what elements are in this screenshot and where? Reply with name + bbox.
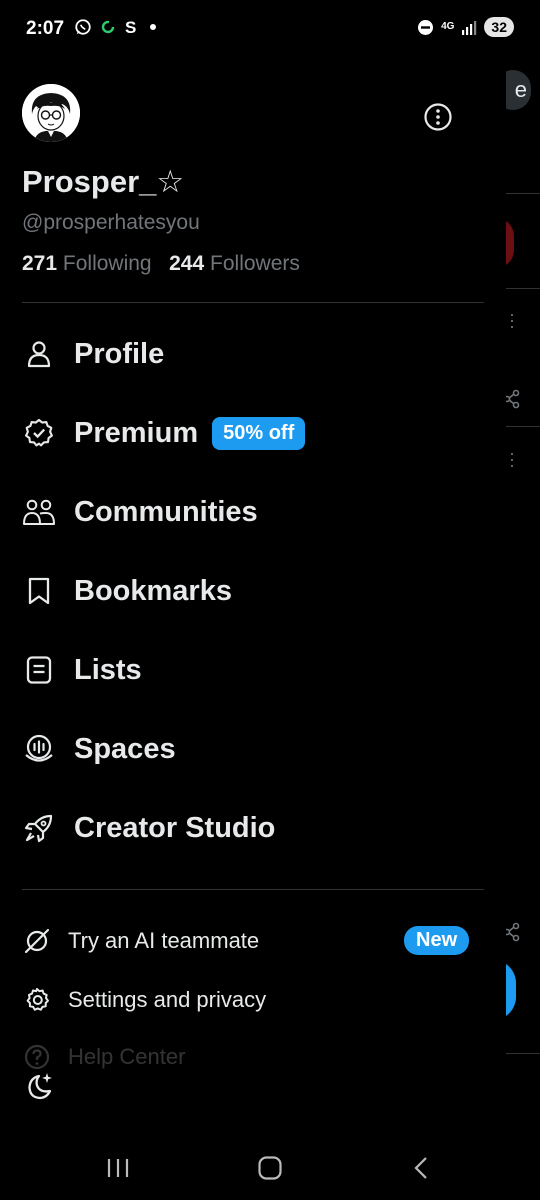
signal-icon: [462, 20, 477, 35]
back-icon[interactable]: [408, 1154, 436, 1182]
home-icon[interactable]: [256, 1154, 284, 1182]
menu-item-premium[interactable]: Premium 50% off: [22, 408, 306, 458]
battery-icon: 32: [484, 17, 514, 37]
menu-item-communities[interactable]: Communities: [22, 487, 258, 537]
communities-icon: [22, 495, 56, 529]
menu-item-bookmarks[interactable]: Bookmarks: [22, 566, 232, 616]
divider: [22, 889, 484, 890]
menu-item-profile[interactable]: Profile: [22, 329, 164, 379]
background-divider: [506, 193, 540, 194]
network-type: 4G: [441, 21, 455, 32]
menu-label-help-center: Help Center: [68, 1044, 186, 1069]
premium-discount-badge: 50% off: [212, 416, 306, 450]
display-name[interactable]: Prosper_☆: [22, 164, 184, 200]
dnd-icon: [418, 19, 434, 35]
new-badge: New: [404, 926, 470, 955]
menu-label-spaces: Spaces: [74, 732, 176, 765]
avatar[interactable]: [22, 84, 80, 142]
ai-slash-icon: [22, 926, 52, 956]
menu-item-creator-studio[interactable]: Creator Studio: [22, 803, 275, 853]
avatar-illustration: [22, 84, 80, 142]
person-icon: [22, 337, 56, 371]
system-nav-bar: [0, 1140, 540, 1200]
more-options-icon[interactable]: [424, 103, 452, 131]
whatsapp-icon: [75, 19, 91, 35]
recents-icon[interactable]: [104, 1154, 132, 1182]
following-link[interactable]: 271 Following: [22, 252, 152, 275]
background-timeline: [506, 60, 540, 1060]
background-more-icon: · · ·: [509, 443, 515, 475]
sync-icon: [101, 20, 115, 34]
background-divider: [506, 426, 540, 427]
svg-text:S: S: [125, 18, 136, 36]
menu-label-profile: Profile: [74, 337, 165, 370]
menu-label-communities: Communities: [74, 495, 258, 528]
help-icon: [22, 1042, 52, 1072]
screen: 2:07 S 4G 32 e · · · · · · Prosper_☆ @pr…: [0, 0, 540, 1200]
menu-item-ai-teammate[interactable]: Try an AI teammate: [22, 921, 259, 961]
followers-count: 244: [169, 252, 205, 275]
side-drawer: Prosper_☆ @prosperhatesyou 271 Following…: [0, 60, 506, 1140]
background-divider: [506, 288, 540, 289]
divider: [22, 302, 484, 303]
followers-link[interactable]: 244 Followers: [169, 252, 300, 275]
followers-label: Followers: [210, 252, 300, 275]
lists-icon: [22, 653, 56, 687]
status-bar: 2:07 S 4G 32: [0, 0, 540, 60]
verified-badge-icon: [22, 416, 56, 450]
user-handle: @prosperhatesyou: [22, 211, 200, 234]
moon-icon[interactable]: [22, 1070, 56, 1104]
menu-label-creator-studio: Creator Studio: [74, 811, 276, 844]
menu-item-settings[interactable]: Settings and privacy: [22, 980, 266, 1020]
menu-label-bookmarks: Bookmarks: [74, 574, 232, 607]
menu-label-ai-teammate: Try an AI teammate: [68, 928, 260, 953]
menu-item-spaces[interactable]: Spaces: [22, 724, 176, 774]
menu-label-settings: Settings and privacy: [68, 987, 267, 1012]
menu-item-lists[interactable]: Lists: [22, 645, 142, 695]
status-left-icons: S: [74, 18, 160, 36]
rocket-icon: [22, 811, 56, 845]
follow-stats: 271 Following 244 Followers: [22, 252, 300, 276]
status-right: 4G 32: [417, 17, 514, 37]
menu-label-lists: Lists: [74, 653, 142, 686]
status-time: 2:07: [26, 18, 65, 39]
gear-icon: [22, 985, 52, 1015]
s-app-icon: S: [125, 18, 136, 36]
background-divider: [506, 1053, 540, 1054]
following-label: Following: [62, 252, 152, 275]
following-count: 271: [22, 252, 58, 275]
menu-label-premium: Premium: [74, 416, 199, 449]
background-more-icon: · · ·: [509, 304, 515, 336]
bookmark-icon: [22, 574, 56, 608]
spaces-icon: [22, 732, 56, 766]
dot-icon: [150, 24, 156, 30]
